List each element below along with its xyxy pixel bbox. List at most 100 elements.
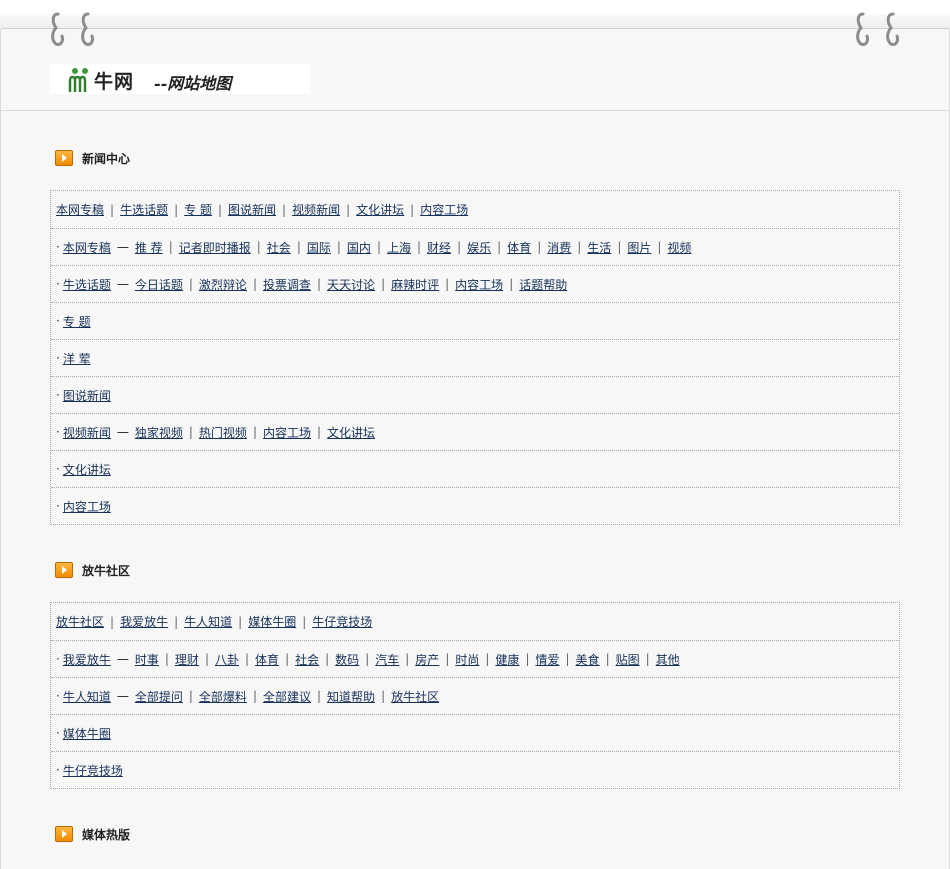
sitemap-link[interactable]: 理财 [175, 651, 199, 668]
sitemap-link[interactable]: 其他 [656, 651, 680, 668]
sitemap-link[interactable]: 放牛社区 [56, 613, 104, 630]
sitemap-link[interactable]: 内容工场 [263, 424, 311, 441]
pipe-separator: | [537, 240, 542, 254]
section-heading: 新闻中心 [55, 149, 130, 167]
pipe-separator: | [381, 277, 386, 291]
link-row: · 我爱放牛一时事 | 理财 | 八卦 | 体育 | 社会 | 数码 | 汽车 | 房产 | 时尚 | 健康 | 情爱 | 美… [51, 640, 899, 677]
sitemap-link[interactable]: 推 荐 [135, 239, 163, 256]
sitemap-link[interactable]: 全部提问 [135, 688, 183, 705]
sitemap-link[interactable]: 体育 [507, 239, 531, 256]
sitemap-link[interactable]: 牛人知道 [184, 613, 232, 630]
sitemap-link[interactable]: 本网专稿 [63, 239, 111, 256]
pipe-separator: | [256, 240, 261, 254]
sitemap-link[interactable]: 视频 [667, 239, 691, 256]
sitemap-link[interactable]: 国际 [307, 239, 331, 256]
arrow-right-icon [55, 826, 73, 842]
sitemap-link[interactable]: 投票调查 [263, 276, 311, 293]
sitemap-link[interactable]: 体育 [255, 651, 279, 668]
sitemap-link[interactable]: 牛选话题 [120, 201, 168, 218]
link-row: · 内容工场 [51, 487, 899, 524]
sitemap-link[interactable]: 社会 [267, 239, 291, 256]
sitemap-link[interactable]: 贴图 [616, 651, 640, 668]
sitemap-link[interactable]: 消费 [547, 239, 571, 256]
sitemap-link[interactable]: 牛人知道 [63, 688, 111, 705]
sitemap-link[interactable]: 时事 [135, 651, 159, 668]
sitemap-link[interactable]: 数码 [335, 651, 359, 668]
sitemap-link[interactable]: 图说新闻 [63, 387, 111, 404]
bullet-icon: · [56, 314, 60, 328]
pipe-separator: | [285, 652, 290, 666]
pipe-separator: | [445, 277, 450, 291]
bullet-icon: · [56, 652, 60, 666]
sitemap-link[interactable]: 我爱放牛 [63, 651, 111, 668]
sitemap-link[interactable]: 美食 [576, 651, 600, 668]
sitemap-link[interactable]: 情爱 [535, 651, 559, 668]
sitemap-link[interactable]: 独家视频 [135, 424, 183, 441]
sitemap-link[interactable]: 国内 [347, 239, 371, 256]
sitemap-link[interactable]: 热门视频 [199, 424, 247, 441]
sitemap-link[interactable]: 知道帮助 [327, 688, 375, 705]
sitemap-link[interactable]: 文化讲坛 [327, 424, 375, 441]
sitemap-link[interactable]: 话题帮助 [519, 276, 567, 293]
sitemap-link[interactable]: 视频新闻 [292, 201, 340, 218]
sitemap-link[interactable]: 八卦 [215, 651, 239, 668]
sitemap-link[interactable]: 今日话题 [135, 276, 183, 293]
sitemap-link[interactable]: 媒体牛圈 [63, 725, 111, 742]
bullet-icon: · [56, 240, 60, 254]
sitemap-link[interactable]: 专 题 [63, 313, 91, 330]
link-row: · 牛选话题一今日话题 | 激烈辩论 | 投票调查 | 天天讨论 | 麻辣时评 | 内容工场 | 话题帮助 [51, 265, 899, 302]
link-row: · 牛人知道一全部提问 | 全部爆料 | 全部建议 | 知道帮助 | 放牛社区 [51, 677, 899, 714]
pipe-separator: | [325, 652, 330, 666]
sitemap-link[interactable]: 汽车 [375, 651, 399, 668]
sitemap-link[interactable]: 本网专稿 [56, 201, 104, 218]
sitemap-link[interactable]: 激烈辩论 [199, 276, 247, 293]
sitemap-link[interactable]: 洋 荤 [63, 350, 91, 367]
sitemap-link[interactable]: 图说新闻 [228, 201, 276, 218]
pipe-separator: | [110, 202, 115, 217]
sitemap-link[interactable]: 我爱放牛 [120, 613, 168, 630]
sitemap-link[interactable]: 社会 [295, 651, 319, 668]
pipe-separator: | [645, 652, 650, 666]
sitemap-link[interactable]: 专 题 [184, 201, 212, 218]
sitemap-link[interactable]: 时尚 [455, 651, 479, 668]
sitemap-link[interactable]: 记者即时播报 [179, 239, 251, 256]
sitemap-link[interactable]: 牛仔竞技场 [312, 613, 372, 630]
pipe-separator: | [317, 689, 322, 703]
section-title: 新闻中心 [82, 151, 131, 166]
sitemap-link[interactable]: 财经 [427, 239, 451, 256]
sitemap-link[interactable]: 全部建议 [263, 688, 311, 705]
site-logo[interactable]: 牛网 --网站地图 [50, 64, 310, 94]
sitemap-link[interactable]: 媒体牛圈 [248, 613, 296, 630]
sitemap-link[interactable]: 内容工场 [455, 276, 503, 293]
arrow-right-icon [55, 562, 73, 578]
sitemap-link[interactable]: 牛选话题 [63, 276, 111, 293]
bullet-icon: · [56, 726, 60, 740]
sitemap-link[interactable]: 图片 [627, 239, 651, 256]
sitemap-link[interactable]: 健康 [495, 651, 519, 668]
sitemap-link[interactable]: 放牛社区 [391, 688, 439, 705]
sitemap-link[interactable]: 内容工场 [420, 201, 468, 218]
link-row: · 文化讲坛 [51, 450, 899, 487]
pipe-separator: | [188, 689, 193, 703]
bullet-icon: · [56, 763, 60, 777]
section-title: 放牛社区 [82, 563, 131, 578]
sitemap-link[interactable]: 房产 [415, 651, 439, 668]
sitemap-link[interactable]: 生活 [587, 239, 611, 256]
pipe-separator: | [168, 240, 173, 254]
sitemap-link[interactable]: 全部爆料 [199, 688, 247, 705]
sitemap-link[interactable]: 文化讲坛 [63, 461, 111, 478]
sitemap-link[interactable]: 视频新闻 [63, 424, 111, 441]
sitemap-link[interactable]: 娱乐 [467, 239, 491, 256]
pipe-separator: | [657, 240, 662, 254]
pipe-separator: | [204, 652, 209, 666]
sitemap-link[interactable]: 牛仔竞技场 [63, 762, 123, 779]
section-heading: 媒体热版 [55, 825, 130, 843]
sitemap-link[interactable]: 文化讲坛 [356, 201, 404, 218]
sitemap-link[interactable]: 上海 [387, 239, 411, 256]
sitemap-link[interactable]: 内容工场 [63, 498, 111, 515]
sitemap-link[interactable]: 麻辣时评 [391, 276, 439, 293]
link-row: · 视频新闻一独家视频 | 热门视频 | 内容工场 | 文化讲坛 [51, 413, 899, 450]
bullet-icon: · [56, 462, 60, 476]
sitemap-link[interactable]: 天天讨论 [327, 276, 375, 293]
link-row: 放牛社区 | 我爱放牛 | 牛人知道 | 媒体牛圈 | 牛仔竞技场 [51, 603, 899, 640]
